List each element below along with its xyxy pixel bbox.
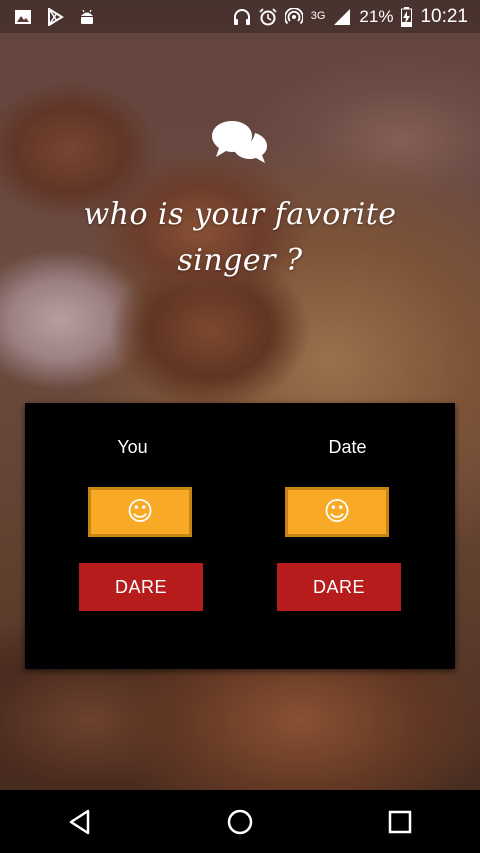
date-column: Date ☺ DARE (240, 403, 455, 669)
clock: 10:21 (420, 5, 468, 27)
date-smiley-button[interactable]: ☺ (285, 487, 389, 537)
recents-icon (388, 810, 412, 833)
back-button[interactable] (50, 792, 110, 852)
signal-icon (334, 8, 351, 25)
alarm-icon (259, 7, 277, 25)
headphones-icon (233, 8, 250, 25)
android-icon (81, 9, 93, 24)
smiley-icon: ☺ (323, 497, 351, 527)
recents-button[interactable] (370, 792, 430, 852)
you-column: You ☺ DARE (25, 403, 240, 669)
you-label: You (117, 437, 148, 457)
gallery-icon (15, 9, 31, 24)
network-type: 3G (310, 9, 326, 22)
play-store-icon (48, 7, 64, 26)
dare-panel: You ☺ DARE Date ☺ DARE (25, 403, 455, 669)
you-dare-button[interactable]: DARE (79, 563, 203, 611)
home-icon (227, 809, 253, 834)
hotspot-icon (284, 7, 303, 24)
date-dare-button[interactable]: DARE (277, 563, 401, 611)
navigation-bar (0, 790, 480, 853)
chat-bubbles-icon (212, 121, 267, 163)
home-button[interactable] (210, 792, 270, 852)
status-bar: 3G 21% 10:21 (0, 0, 480, 33)
battery-charging-icon (401, 6, 413, 27)
you-smiley-button[interactable]: ☺ (88, 487, 192, 537)
smiley-icon: ☺ (126, 497, 154, 527)
question-text: who is your favorite singer ? (83, 197, 397, 278)
battery-percent: 21% (359, 6, 394, 26)
date-label: Date (328, 437, 367, 457)
back-icon (69, 809, 90, 834)
